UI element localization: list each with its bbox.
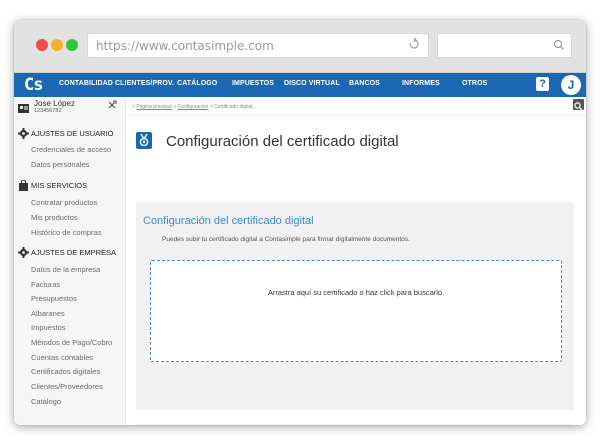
page-title: Configuración del certificado digital	[166, 133, 399, 150]
nav-item-contabilidad[interactable]: CONTABILIDAD	[59, 80, 113, 87]
sidebar-item-metodos-pago[interactable]: Métodos de Pago/Cobro	[31, 338, 112, 347]
nav-item-impuestos[interactable]: IMPUESTOS	[232, 80, 274, 87]
sidebar-section-title: AJUSTES DE EMPRESA	[31, 248, 117, 257]
maximize-window-button[interactable]	[66, 39, 78, 51]
next-panel-edge	[136, 424, 574, 425]
gear-icon	[18, 247, 29, 258]
breadcrumb: > Página principal > Configuración > Cer…	[132, 104, 253, 110]
panel-description: Puedes subir tu certificado digital a Co…	[162, 236, 410, 243]
minimize-window-button[interactable]	[51, 39, 63, 51]
sidebar-section-title: AJUSTES DE USUARIO	[31, 129, 114, 138]
address-bar-url: https://www.contasimple.com	[96, 39, 274, 53]
breadcrumb-separator: >	[132, 104, 135, 110]
gear-icon	[18, 128, 29, 139]
search-button[interactable]	[573, 99, 584, 111]
nav-item-disco-virtual[interactable]: DISCO VIRTUAL	[284, 80, 340, 87]
sidebar-item-cuentas-contables[interactable]: Cuentas contables	[31, 353, 93, 362]
user-card-icon	[18, 101, 29, 119]
breadcrumb-bar: > Página principal > Configuración > Cer…	[127, 98, 586, 116]
bag-icon	[19, 180, 28, 191]
sidebar-item-impuestos[interactable]: Impuestos	[31, 323, 66, 332]
sidebar-item-certificados-digitales[interactable]: Certificados digitales	[31, 367, 100, 376]
search-icon	[553, 38, 565, 57]
browser-chrome: https://www.contasimple.com	[14, 20, 586, 73]
sidebar-item-historico-compras[interactable]: Histórico de compras	[31, 228, 101, 237]
certificate-icon	[136, 132, 152, 149]
nav-item-otros[interactable]: OTROS	[462, 80, 487, 87]
close-window-button[interactable]	[36, 39, 48, 51]
collapse-sidebar-icon[interactable]	[107, 100, 117, 113]
sidebar-item-contratar-productos[interactable]: Contratar productos	[31, 198, 97, 207]
dropzone-text: Arrastra aquí su certificado o haz click…	[267, 288, 445, 297]
sidebar-item-credenciales[interactable]: Credenciales de acceso	[31, 145, 111, 154]
main-nav: Cs CONTABILIDAD CLIENTES/PROV. CATÁLOGO …	[14, 73, 586, 97]
breadcrumb-home-link[interactable]: Página principal	[136, 104, 172, 110]
search-icon	[574, 102, 583, 111]
nav-item-informes[interactable]: INFORMES	[402, 80, 440, 87]
browser-window: https://www.contasimple.com Cs CONTABILI…	[14, 20, 586, 425]
user-box: Jose López 123456782	[14, 98, 126, 116]
nav-item-catalogo[interactable]: CATÁLOGO	[177, 80, 217, 87]
certificate-panel: Configuración del certificado digital Pu…	[136, 202, 574, 410]
sidebar-item-mis-productos[interactable]: Mis productos	[31, 213, 78, 222]
certificate-dropzone[interactable]: Arrastra aquí su certificado o haz click…	[150, 260, 562, 362]
sidebar-section-title: MIS SERVICIOS	[31, 181, 88, 190]
reload-icon[interactable]	[408, 37, 420, 54]
breadcrumb-separator: >	[173, 104, 177, 110]
sidebar-item-clientes-proveedores[interactable]: Clientes/Proveedores	[31, 382, 103, 391]
breadcrumb-config-link[interactable]: Configuración	[178, 104, 209, 110]
sidebar-item-datos-empresa[interactable]: Datos de la empresa	[31, 265, 100, 274]
panel-title: Configuración del certificado digital	[143, 215, 314, 227]
sidebar-item-presupuestos[interactable]: Presupuestos	[31, 294, 77, 303]
breadcrumb-current: Certificado digital	[214, 104, 253, 110]
user-name: Jose López	[34, 99, 75, 108]
nav-item-bancos[interactable]: BANCOS	[349, 80, 380, 87]
sidebar-item-catalogo[interactable]: Catálogo	[31, 397, 61, 406]
breadcrumb-separator: >	[209, 104, 213, 110]
nav-item-clientes[interactable]: CLIENTES/PROV.	[115, 80, 174, 87]
avatar[interactable]: J	[561, 75, 581, 95]
main-content: > Página principal > Configuración > Cer…	[127, 98, 586, 425]
browser-search-bar[interactable]	[437, 33, 572, 58]
user-id: 123456782	[34, 108, 62, 114]
sidebar-item-albaranes[interactable]: Albaranes	[31, 309, 65, 318]
sidebar: Jose López 123456782 AJUSTES DE USUARIO …	[14, 98, 126, 425]
nav-menu: CONTABILIDAD CLIENTES/PROV. CATÁLOGO IMP…	[14, 73, 586, 97]
address-bar[interactable]: https://www.contasimple.com	[87, 33, 429, 58]
help-button[interactable]: ?	[536, 77, 549, 91]
sidebar-item-datos-personales[interactable]: Datos personales	[31, 160, 89, 169]
sidebar-item-facturas[interactable]: Facturas	[31, 280, 60, 289]
